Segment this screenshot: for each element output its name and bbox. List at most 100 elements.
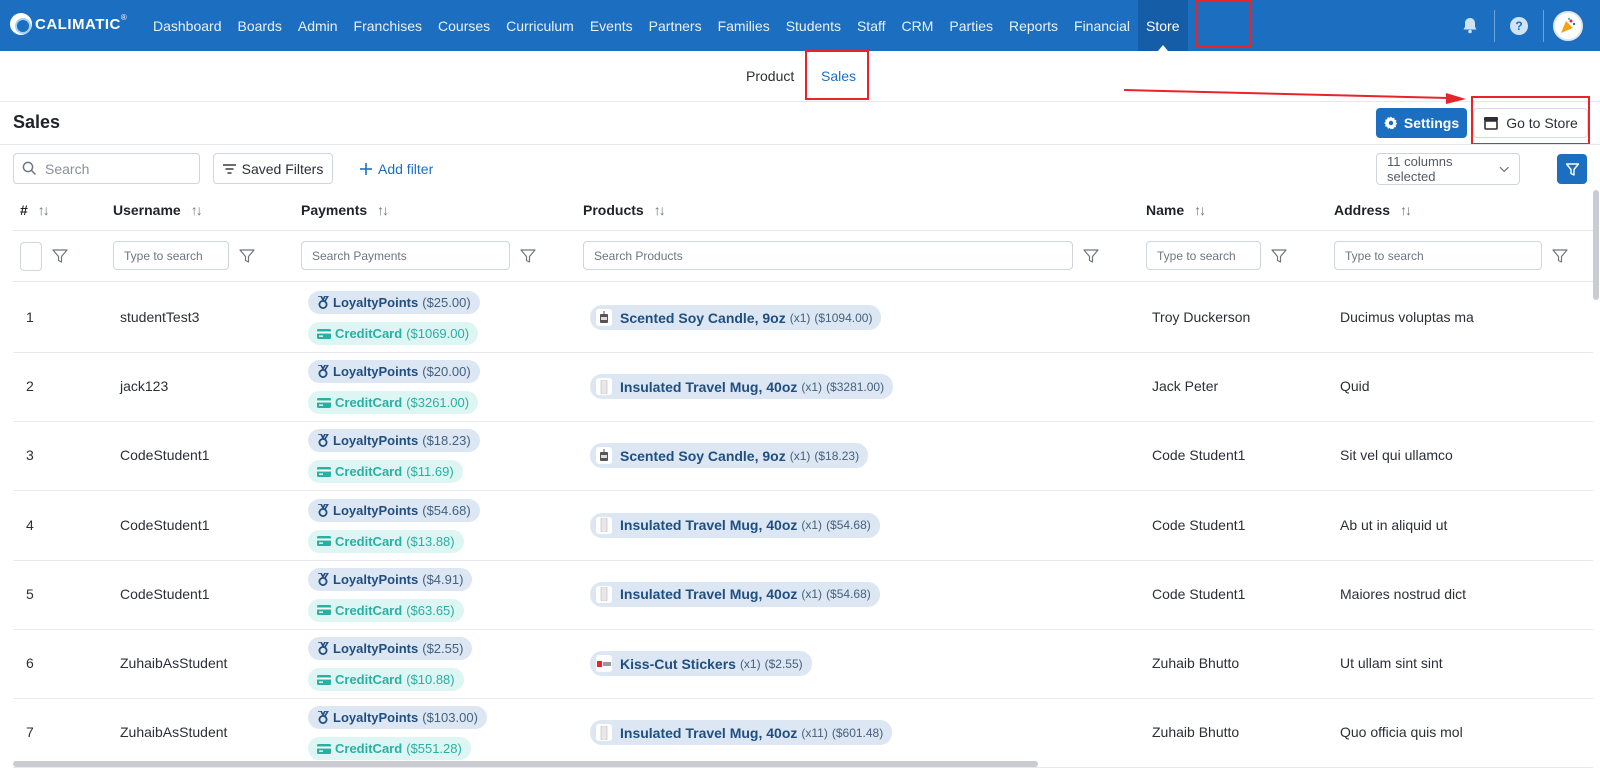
product-name: Insulated Travel Mug, 40oz (620, 586, 798, 603)
cell-name: Zuhaib Bhutto (1152, 655, 1240, 671)
username-search-input[interactable] (124, 248, 228, 263)
search-input[interactable] (45, 160, 185, 177)
column-filter-icon[interactable] (52, 248, 68, 264)
columns-select[interactable]: 11 columns selected (1376, 153, 1520, 185)
cell-username: CodeStudent1 (120, 516, 210, 533)
sort-icon[interactable]: ↑↓ (1400, 202, 1412, 218)
product-badge[interactable]: Insulated Travel Mug, 40oz (x11) ($601.48) (590, 720, 893, 746)
user-avatar-button[interactable] (1548, 0, 1588, 51)
name-search-input[interactable] (1157, 248, 1260, 263)
column-header-products[interactable]: Products ↑↓ (583, 202, 666, 218)
name-column-search[interactable] (1146, 241, 1261, 270)
table-row[interactable]: 2 jack123 LoyaltyPoints ($20.00) CreditCard(… (13, 352, 1593, 423)
cell-num: 5 (26, 585, 34, 602)
sort-icon[interactable]: ↑↓ (654, 202, 666, 218)
sort-icon[interactable]: ↑↓ (1194, 202, 1206, 218)
credit-card-icon (317, 466, 331, 477)
tab-product[interactable]: Product (746, 51, 794, 102)
username-column-search[interactable] (113, 241, 229, 270)
cell-username: ZuhaibAsStudent (120, 724, 228, 741)
nav-item-staff[interactable]: Staff (849, 0, 894, 51)
payment-amount: ($63.65) (406, 602, 455, 618)
product-badge[interactable]: Scented Soy Candle, 9oz (x1) ($1094.00) (590, 305, 882, 330)
column-filter-icon[interactable] (520, 248, 536, 264)
column-header-username[interactable]: Username ↑↓ (113, 202, 203, 218)
column-header-address[interactable]: Address ↑↓ (1334, 202, 1412, 218)
product-qty: (x1) (801, 379, 823, 394)
nav-item-courses[interactable]: Courses (430, 0, 498, 51)
horizontal-scrollbar[interactable] (13, 761, 1038, 767)
nav-item-financial[interactable]: Financial (1066, 0, 1138, 51)
table-row[interactable]: 4 CodeStudent1 LoyaltyPoints ($54.68) Credit… (13, 491, 1593, 561)
payment-badge-loyalty: LoyaltyPoints ($20.00) (308, 360, 480, 384)
nav-item-crm[interactable]: CRM (894, 0, 942, 51)
notifications-bell-icon[interactable] (1450, 0, 1490, 51)
column-filter-icon[interactable] (1271, 248, 1287, 264)
nav-item-store[interactable]: Store (1138, 0, 1188, 51)
column-header-num[interactable]: # ↑↓ (20, 202, 50, 218)
nav-item-curriculum[interactable]: Curriculum (498, 0, 582, 51)
column-label: Username (113, 202, 181, 218)
settings-button[interactable]: Settings (1376, 108, 1467, 138)
cell-address: Maiores nostrud dict (1340, 585, 1467, 602)
help-glyph: ? (1510, 16, 1528, 35)
cell-username: jack123 (120, 378, 169, 395)
help-icon[interactable]: ? (1499, 0, 1539, 51)
nav-item-students[interactable]: Students (778, 0, 849, 51)
sort-icon[interactable]: ↑↓ (377, 202, 389, 218)
filter-toggle-button[interactable] (1557, 154, 1587, 184)
product-badge[interactable]: Kiss-Cut Stickers (x1) ($2.55) (590, 651, 812, 676)
payments-search-input[interactable] (312, 248, 509, 263)
payment-amount: ($4.91) (422, 571, 464, 587)
credit-card-icon (317, 328, 331, 339)
nav-item-families[interactable]: Families (710, 0, 778, 51)
product-badge[interactable]: Insulated Travel Mug, 40oz (x1) ($3281.00) (590, 374, 894, 400)
products-search-input[interactable] (594, 248, 1072, 263)
payment-method: LoyaltyPoints (333, 295, 419, 310)
product-name: Scented Soy Candle, 9oz (620, 309, 786, 326)
payment-method: CreditCard (335, 464, 403, 480)
nav-item-events[interactable]: Events (582, 0, 641, 51)
product-badge[interactable]: Insulated Travel Mug, 40oz (x1) ($54.68) (590, 512, 880, 538)
product-amount: ($3281.00) (826, 379, 885, 394)
payment-amount: ($1069.00) (406, 326, 470, 341)
table-row[interactable]: 3 CodeStudent1 LoyaltyPoints ($18.23) Credit… (13, 421, 1593, 492)
nav-item-reports[interactable]: Reports (1001, 0, 1066, 51)
column-header-payments[interactable]: Payments ↑↓ (301, 202, 389, 218)
payment-badge-loyalty: LoyaltyPoints ($2.55) (308, 637, 473, 660)
column-filter-icon[interactable] (239, 248, 255, 264)
table-row[interactable]: 5 CodeStudent1 LoyaltyPoints ($4.91) CreditC… (13, 560, 1593, 630)
vertical-scrollbar[interactable] (1593, 190, 1599, 300)
nav-item-admin[interactable]: Admin (290, 0, 346, 51)
table-row[interactable]: 7 ZuhaibAsStudent LoyaltyPoints ($103.00) Cr… (13, 698, 1593, 769)
add-filter-button[interactable]: Add filter (360, 153, 433, 184)
nav-item-parties[interactable]: Parties (941, 0, 1001, 51)
column-label: Products (583, 202, 644, 218)
payments-column-search[interactable] (301, 241, 510, 270)
nav-item-partners[interactable]: Partners (641, 0, 710, 51)
address-search-input[interactable] (1345, 248, 1541, 263)
address-column-search[interactable] (1334, 241, 1542, 270)
table-row[interactable]: 6 ZuhaibAsStudent LoyaltyPoints ($2.55) Cred… (13, 629, 1593, 699)
table-row[interactable]: 1 studentTest3 LoyaltyPoints ($25.00) Credit… (13, 283, 1593, 353)
payment-method: CreditCard (335, 602, 403, 618)
product-badge[interactable]: Insulated Travel Mug, 40oz (x1) ($54.68) (590, 581, 880, 607)
filter-lines-icon (222, 163, 236, 174)
nav-item-boards[interactable]: Boards (230, 0, 290, 51)
num-column-search[interactable] (20, 242, 42, 271)
product-thumbnail-icon (596, 516, 612, 534)
saved-filters-button[interactable]: Saved Filters (213, 153, 333, 184)
products-column-search[interactable] (583, 241, 1073, 270)
column-filter-icon[interactable] (1552, 248, 1568, 264)
sort-icon[interactable]: ↑↓ (191, 202, 203, 218)
column-filter-icon[interactable] (1083, 248, 1099, 264)
nav-item-dashboard[interactable]: Dashboard (145, 0, 230, 51)
brand-logo[interactable]: CALIMATIC ® (10, 13, 127, 35)
nav-divider (1543, 9, 1544, 42)
column-header-name[interactable]: Name ↑↓ (1146, 202, 1206, 218)
product-badge[interactable]: Scented Soy Candle, 9oz (x1) ($18.23) (590, 443, 869, 469)
loyalty-medal-icon (318, 365, 329, 379)
sort-icon[interactable]: ↑↓ (38, 202, 50, 218)
search-field[interactable] (13, 153, 200, 184)
nav-item-franchises[interactable]: Franchises (346, 0, 430, 51)
